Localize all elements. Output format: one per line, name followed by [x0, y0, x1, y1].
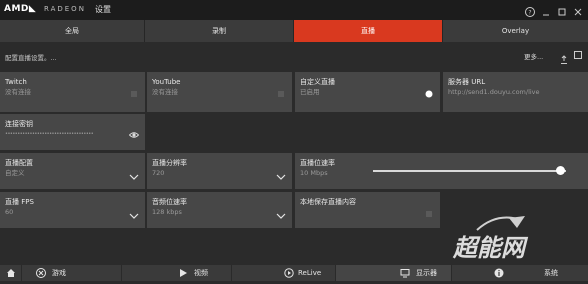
- settings-tabs: 全局 录制 直播 Overlay: [0, 20, 588, 42]
- stream-resolution-title: 直播分辨率: [152, 159, 187, 167]
- nav-display[interactable]: 显示器: [336, 265, 452, 281]
- sub-bar: 配置直播设置。... 更多...: [0, 42, 588, 70]
- window-title: 设置: [95, 5, 111, 14]
- pin-icon[interactable]: [559, 50, 569, 64]
- nav-system[interactable]: 系统: [452, 265, 588, 281]
- stream-key-value[interactable]: ••••••••••••••••••••••••••••••••••••: [5, 130, 123, 139]
- toggle-dot-icon[interactable]: [424, 84, 434, 98]
- server-url-value[interactable]: http://send1.douyu.com/live: [448, 88, 583, 97]
- tab-stream[interactable]: 直播: [294, 20, 443, 42]
- stream-fps-value: 60: [5, 208, 14, 216]
- stream-fps-title: 直播 FPS: [5, 198, 34, 206]
- custom-stream-status: 已启用: [300, 88, 320, 96]
- svg-text:?: ?: [528, 10, 531, 17]
- stream-fps-dropdown[interactable]: 直播 FPS 60: [0, 192, 145, 228]
- save-local-title: 本地保存直播内容: [300, 198, 356, 206]
- chevron-down-icon: [129, 166, 139, 180]
- twitch-status: 没有连接: [5, 88, 31, 96]
- audio-bitrate-dropdown[interactable]: 音频位速率 128 kbps: [147, 192, 292, 228]
- monitor-icon: [400, 268, 410, 278]
- stream-key-tile[interactable]: 连接密钥 •••••••••••••••••••••••••••••••••••…: [0, 114, 145, 150]
- play-icon: [178, 268, 188, 278]
- chevron-down-icon: [129, 205, 139, 219]
- audio-bitrate-value: 128 kbps: [152, 208, 182, 216]
- nav-system-label: 系统: [544, 269, 558, 277]
- stream-key-title: 连接密钥: [5, 120, 33, 128]
- twitch-title: Twitch: [5, 78, 27, 86]
- gamepad-icon: [36, 268, 46, 278]
- stream-resolution-dropdown[interactable]: 直播分辨率 720: [147, 153, 292, 189]
- amd-logo: AMD◣: [4, 4, 37, 14]
- radeon-brand: RADEON: [44, 5, 86, 13]
- connect-icon: [129, 84, 139, 97]
- more-link[interactable]: 更多...: [524, 51, 543, 61]
- custom-stream-title: 自定义直播: [300, 78, 335, 86]
- stream-profile-dropdown[interactable]: 直播配置 自定义: [0, 153, 145, 189]
- stream-profile-title: 直播配置: [5, 159, 33, 167]
- toggle-off-icon[interactable]: [424, 204, 434, 217]
- chevron-down-icon: [276, 166, 286, 180]
- nav-relive[interactable]: ReLive: [232, 265, 336, 281]
- youtube-tile[interactable]: YouTube 没有连接: [147, 72, 292, 112]
- stream-bitrate-title: 直播位速率: [300, 159, 335, 167]
- nav-relive-label: ReLive: [298, 269, 322, 277]
- watermark-logo: 超能网: [447, 208, 587, 266]
- maximize-icon[interactable]: [556, 3, 568, 16]
- title-bar: AMD◣ RADEON 设置 ?: [0, 0, 588, 20]
- relive-icon: [284, 268, 294, 278]
- nav-home[interactable]: [0, 265, 22, 281]
- help-icon[interactable]: ?: [524, 3, 536, 17]
- tab-global[interactable]: 全局: [0, 20, 145, 42]
- reset-icon[interactable]: [573, 50, 583, 62]
- minimize-icon[interactable]: [540, 3, 552, 16]
- twitch-tile[interactable]: Twitch 没有连接: [0, 72, 145, 112]
- stream-profile-value: 自定义: [5, 169, 25, 177]
- audio-bitrate-title: 音频位速率: [152, 198, 187, 206]
- nav-video[interactable]: 视频: [122, 265, 232, 281]
- bitrate-slider-track[interactable]: [373, 170, 566, 172]
- custom-stream-tile[interactable]: 自定义直播 已启用: [295, 72, 440, 112]
- section-description: 配置直播设置。...: [5, 54, 57, 62]
- bitrate-slider-handle[interactable]: [555, 166, 565, 175]
- youtube-status: 没有连接: [152, 88, 178, 96]
- nav-video-label: 视频: [194, 269, 208, 277]
- watermark-text: 超能网: [452, 234, 529, 262]
- youtube-title: YouTube: [152, 78, 181, 86]
- tab-overlay[interactable]: Overlay: [443, 20, 588, 42]
- tab-record[interactable]: 录制: [145, 20, 294, 42]
- save-local-tile[interactable]: 本地保存直播内容: [295, 192, 440, 228]
- server-url-tile[interactable]: 服务器 URL http://send1.douyu.com/live: [443, 72, 588, 112]
- connect-icon: [276, 84, 286, 97]
- chevron-down-icon: [276, 205, 286, 219]
- nav-display-label: 显示器: [416, 269, 437, 277]
- stream-resolution-value: 720: [152, 169, 165, 177]
- info-icon: [494, 268, 504, 278]
- bottom-nav: 游戏 视频 ReLive 显示器 系统: [0, 265, 588, 281]
- server-url-title: 服务器 URL: [448, 78, 486, 86]
- close-icon[interactable]: [572, 3, 584, 16]
- eye-icon[interactable]: [128, 125, 140, 138]
- home-icon: [6, 268, 16, 278]
- nav-gaming-label: 游戏: [52, 269, 66, 277]
- nav-gaming[interactable]: 游戏: [22, 265, 122, 281]
